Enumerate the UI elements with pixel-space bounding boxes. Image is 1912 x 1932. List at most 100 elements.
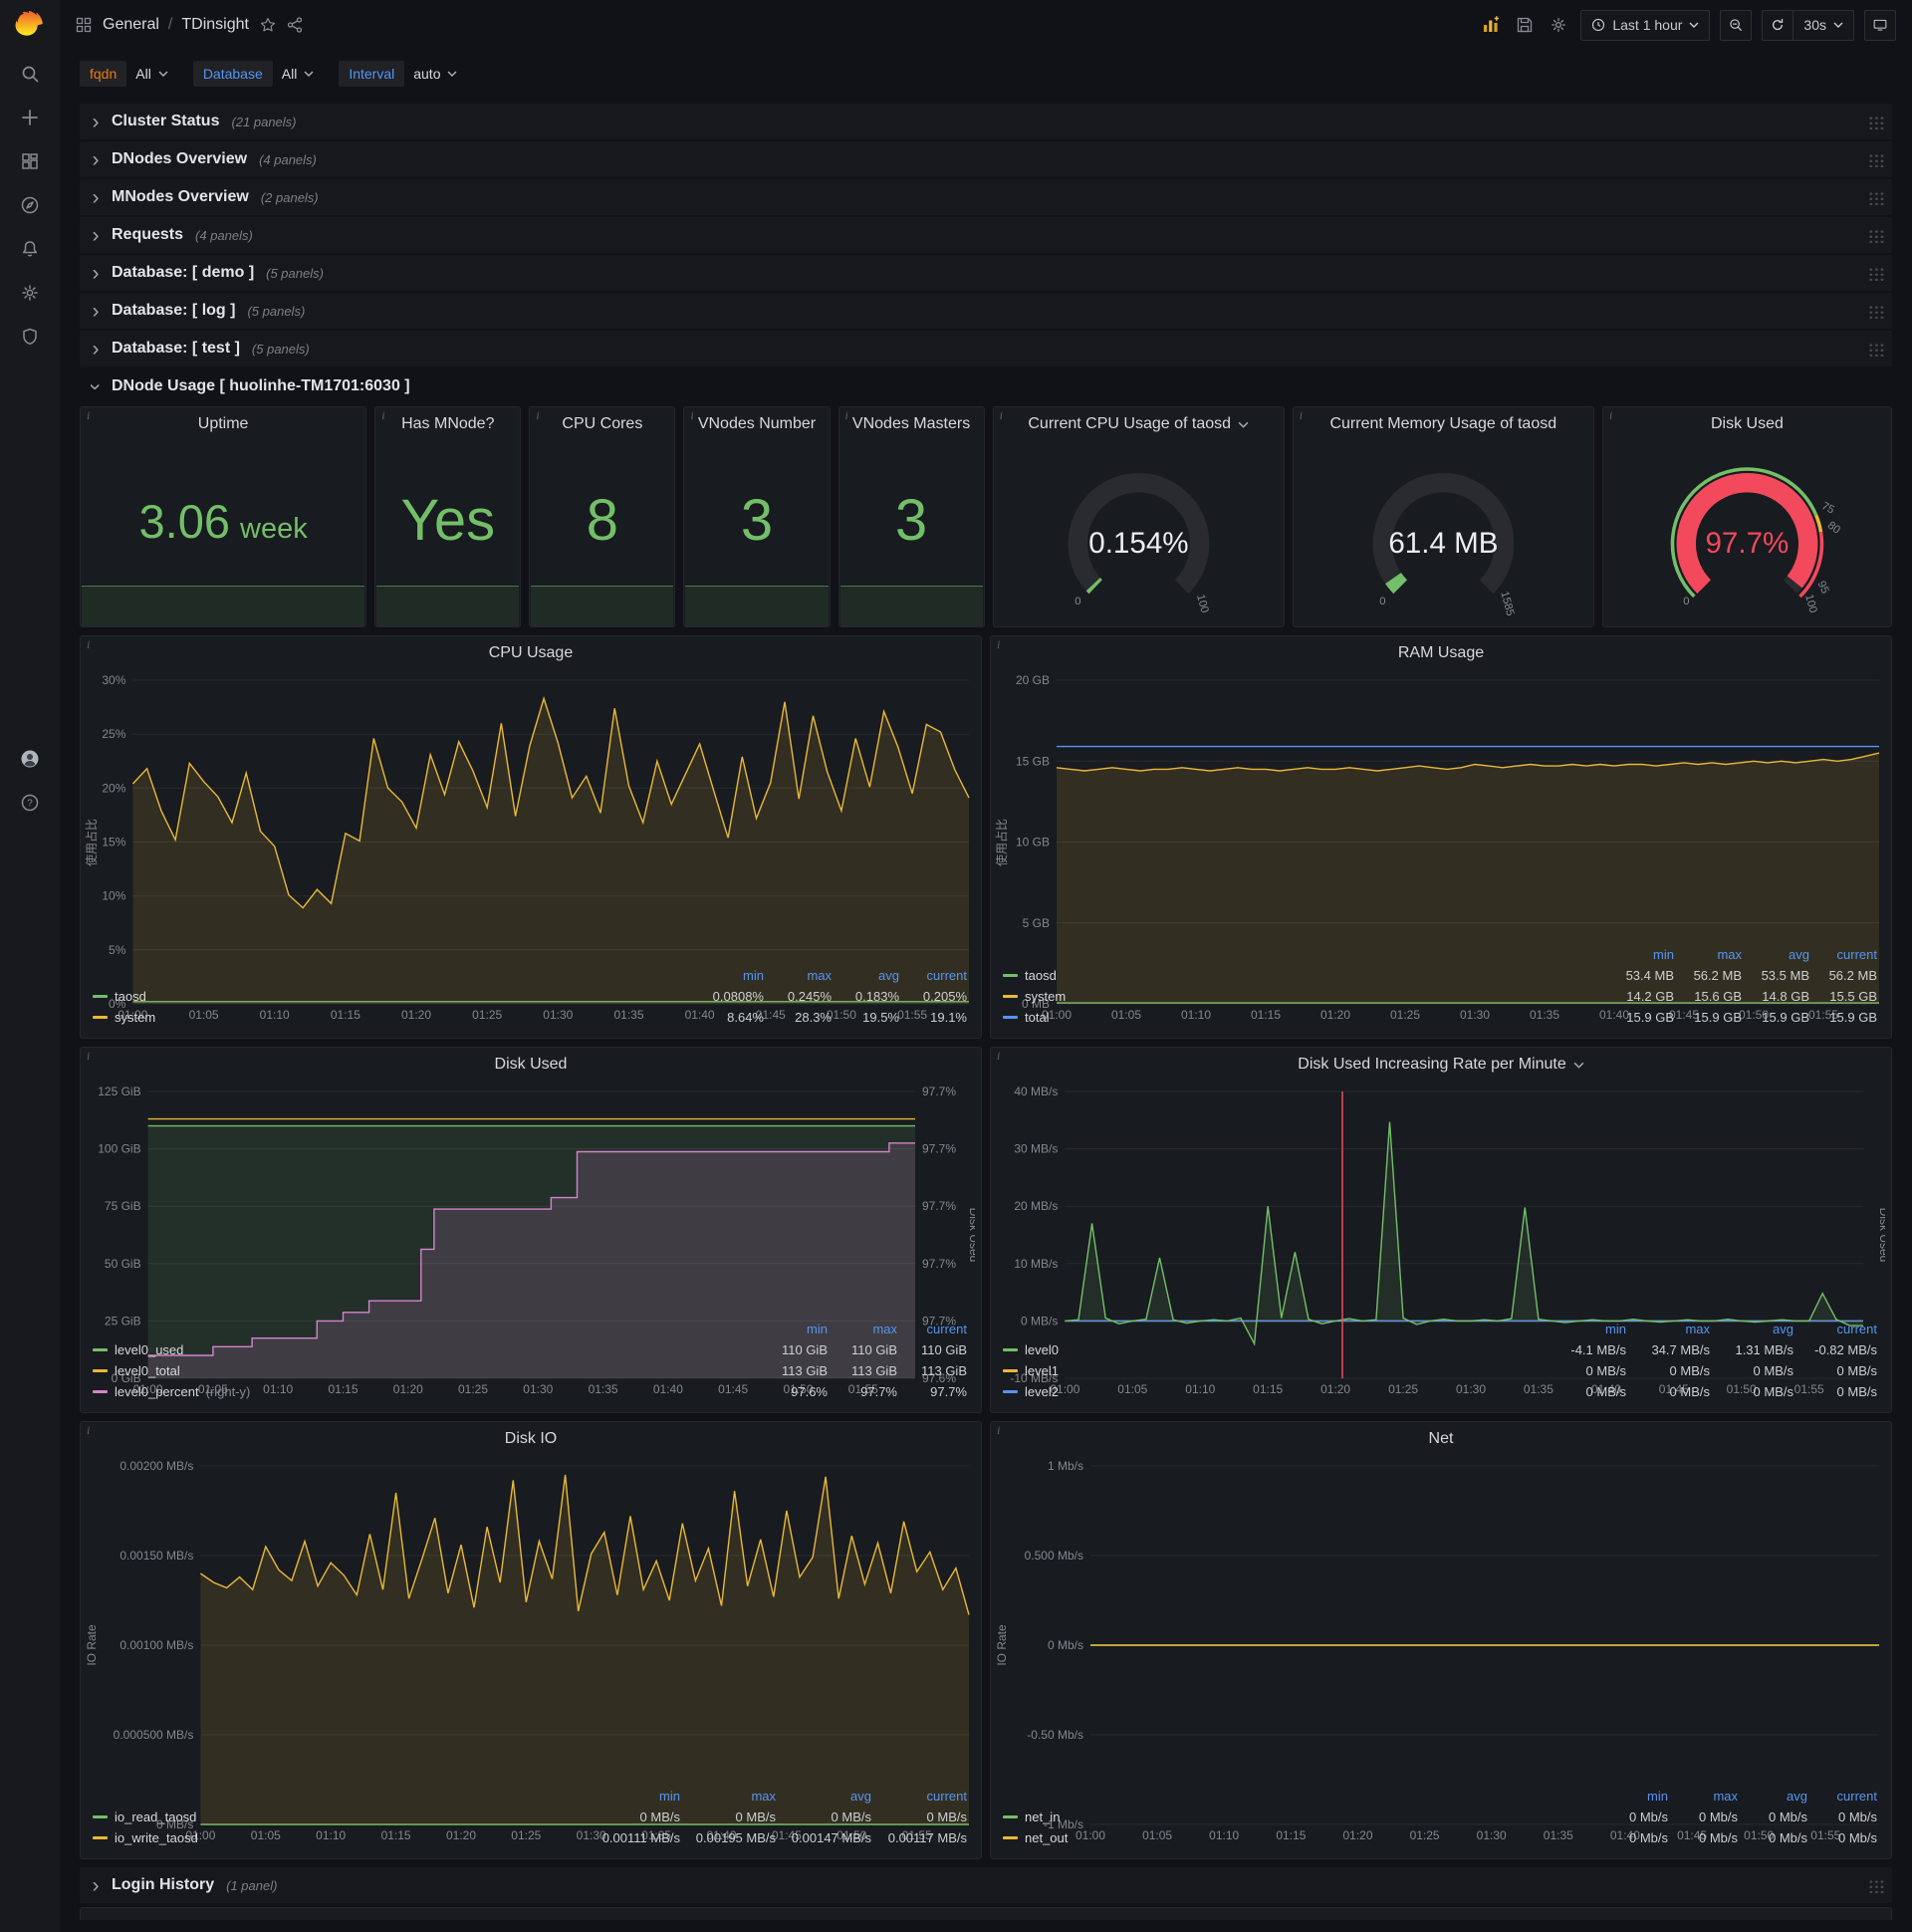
panel-title[interactable]: VNodes Number — [684, 407, 829, 441]
legend-series[interactable]: net_out — [1003, 1827, 1598, 1848]
variable-database-value[interactable]: All — [273, 61, 324, 87]
ram-usage-chart[interactable]: 0 MB 5 GB 10 GB 15 GB 20 GB 01:00 01:05 01:10 01… — [994, 672, 1885, 1022]
drag-handle[interactable] — [1867, 1877, 1884, 1893]
share-icon[interactable] — [287, 17, 303, 33]
panel-info-icon[interactable]: i — [997, 637, 1000, 652]
legend-series[interactable]: io_read_taosd — [93, 1807, 585, 1827]
drag-handle[interactable] — [1867, 227, 1884, 243]
legend-series[interactable]: level2 — [1003, 1381, 1543, 1402]
legend-column-min[interactable]: min — [696, 965, 764, 986]
panel-info-icon[interactable]: i — [690, 408, 693, 423]
panel-title[interactable]: Disk Used Increasing Rate per Minute — [991, 1048, 1891, 1082]
disk-used-chart[interactable]: 0 GiB 97.6% 25 GiB 97.7% 50 GiB 97.7% 75 GiB 97… — [85, 1084, 981, 1396]
drag-handle[interactable] — [1867, 114, 1884, 129]
row-dnodes-overview[interactable]: › DNodes Overview (4 panels) — [80, 141, 1892, 177]
panel-info-icon[interactable]: i — [536, 408, 539, 423]
panel-info-icon[interactable]: i — [997, 1423, 1000, 1438]
legend-series[interactable]: level0_used — [93, 1339, 758, 1360]
help-icon[interactable]: ? — [0, 781, 60, 825]
disk-rate-chart[interactable]: -10 MB/s 0 MB/s 10 MB/s 20 MB/s 30 MB/s 40 MB… — [995, 1084, 1891, 1396]
legend-column-current[interactable]: current — [1809, 944, 1877, 965]
legend-column-avg[interactable]: avg — [776, 1786, 871, 1807]
panel-info-icon[interactable]: i — [845, 408, 848, 423]
legend-series[interactable]: level0_percent (right-y) — [93, 1381, 758, 1402]
explore-icon[interactable] — [0, 183, 60, 227]
legend-column-avg[interactable]: avg — [1738, 1786, 1807, 1807]
variable-interval-value[interactable]: auto — [404, 61, 466, 87]
panel-title[interactable]: Net — [991, 1422, 1891, 1456]
panel-title[interactable]: RAM Usage — [991, 636, 1891, 670]
legend-column-min[interactable]: min — [1598, 1786, 1668, 1807]
row-database-log[interactable]: › Database: [ log ] (5 panels) — [80, 293, 1892, 329]
legend-column-min[interactable]: min — [1543, 1319, 1626, 1339]
panel-title[interactable]: Disk Used — [81, 1048, 981, 1082]
legend-series[interactable]: io_write_taosd — [93, 1827, 585, 1848]
panel-title[interactable]: Disk Used — [1603, 407, 1891, 441]
dashboard-settings-button[interactable] — [1547, 13, 1570, 37]
breadcrumb-folder[interactable]: General — [103, 16, 159, 34]
legend-column-current[interactable]: current — [897, 1319, 967, 1339]
row-login-history[interactable]: › Login History (1 panel) — [80, 1867, 1892, 1903]
panel-title[interactable]: Current Memory Usage of taosd — [1294, 407, 1593, 441]
zoom-out-button[interactable] — [1720, 9, 1753, 41]
drag-handle[interactable] — [1867, 303, 1884, 319]
row-database-test[interactable]: › Database: [ test ] (5 panels) — [80, 331, 1892, 366]
legend-column-avg[interactable]: avg — [832, 965, 899, 986]
legend-column-min[interactable]: min — [758, 1319, 828, 1339]
save-dashboard-button[interactable] — [1513, 13, 1537, 37]
legend-column-max[interactable]: max — [680, 1786, 776, 1807]
legend-column-max[interactable]: max — [828, 1319, 897, 1339]
drag-handle[interactable] — [1867, 341, 1884, 357]
legend-column-current[interactable]: current — [1807, 1786, 1877, 1807]
row-dnode-usage[interactable]: › DNode Usage [ huolinhe-TM1701:6030 ] — [80, 368, 1892, 404]
legend-series[interactable]: level1 — [1003, 1360, 1543, 1381]
row-requests[interactable]: › Requests (4 panels) — [80, 217, 1892, 253]
search-icon[interactable] — [0, 52, 60, 96]
dashboards-icon[interactable] — [0, 139, 60, 183]
refresh-interval-picker[interactable]: 30s — [1792, 9, 1854, 41]
configuration-icon[interactable] — [0, 271, 60, 315]
panel-info-icon[interactable]: i — [997, 1049, 1000, 1064]
star-icon[interactable] — [260, 17, 276, 33]
panel-info-icon[interactable]: i — [87, 1423, 90, 1438]
row-cluster-status[interactable]: › Cluster Status (21 panels) — [80, 104, 1892, 139]
panel-info-icon[interactable]: i — [87, 1049, 90, 1064]
legend-column-avg[interactable]: avg — [1742, 944, 1809, 965]
variable-fqdn-value[interactable]: All — [126, 61, 177, 87]
legend-column-max[interactable]: max — [1674, 944, 1742, 965]
disk-io-chart[interactable]: 0 MB/s 0.000500 MB/s 0.00100 MB/s 0.00150 M… — [85, 1458, 975, 1842]
row-mnodes-overview[interactable]: › MNodes Overview (2 panels) — [80, 179, 1892, 215]
legend-column-current[interactable]: current — [899, 965, 967, 986]
cpu-usage-chart[interactable]: 0% 5% 10% 15% 20% 25% 30% 01:00 01:05 01:10 01:15 0… — [84, 672, 975, 1022]
alerting-icon[interactable] — [0, 227, 60, 271]
panel-title[interactable]: CPU Usage — [81, 636, 981, 670]
legend-series[interactable]: system — [1003, 986, 1606, 1007]
net-chart[interactable]: -1 Mb/s -0.50 Mb/s 0 Mb/s 0.500 Mb/s 1 Mb/s 0… — [995, 1458, 1885, 1842]
drag-handle[interactable] — [1867, 189, 1884, 205]
legend-series[interactable]: total — [1003, 1007, 1606, 1028]
legend-series[interactable]: taosd — [93, 986, 696, 1007]
legend-column-max[interactable]: max — [1626, 1319, 1710, 1339]
panel-title[interactable]: Current CPU Usage of taosd — [994, 407, 1284, 441]
panel-info-icon[interactable]: i — [381, 408, 384, 423]
legend-column-current[interactable]: current — [1793, 1319, 1877, 1339]
legend-series[interactable]: level0 — [1003, 1339, 1543, 1360]
panel-info-icon[interactable]: i — [1609, 408, 1612, 423]
legend-series[interactable]: level0_total — [93, 1360, 758, 1381]
legend-column-min[interactable]: min — [1606, 944, 1674, 965]
panel-info-icon[interactable]: i — [87, 408, 90, 423]
legend-column-current[interactable]: current — [871, 1786, 967, 1807]
panel-title[interactable]: VNodes Masters — [839, 407, 984, 441]
row-database-demo[interactable]: › Database: [ demo ] (5 panels) — [80, 255, 1892, 291]
server-admin-icon[interactable] — [0, 315, 60, 359]
legend-column-min[interactable]: min — [585, 1786, 680, 1807]
panel-info-icon[interactable]: i — [1000, 408, 1003, 423]
legend-column-avg[interactable]: avg — [1710, 1319, 1793, 1339]
drag-handle[interactable] — [1867, 151, 1884, 167]
cycle-view-button[interactable] — [1864, 9, 1896, 41]
create-icon[interactable] — [0, 96, 60, 139]
panel-info-icon[interactable]: i — [1300, 408, 1303, 423]
legend-column-max[interactable]: max — [1668, 1786, 1738, 1807]
panel-title[interactable]: Disk IO — [81, 1422, 981, 1456]
panel-info-icon[interactable]: i — [87, 637, 90, 652]
